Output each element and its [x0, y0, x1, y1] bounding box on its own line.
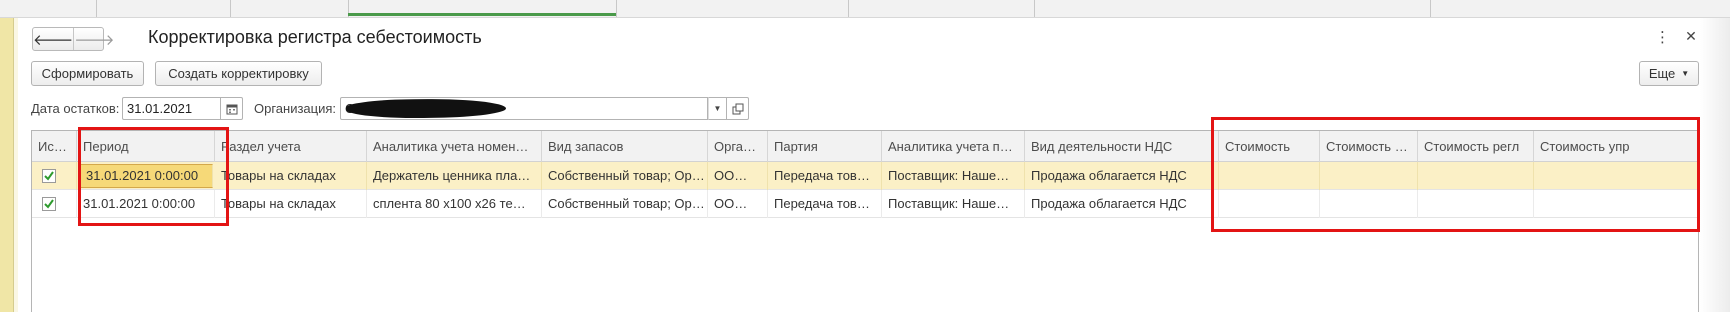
table-header: Ис… Период Раздел учета Аналитика учета … — [32, 131, 1698, 162]
period-cell[interactable]: 31.01.2021 0:00:00 — [79, 164, 213, 188]
tab-separator — [1430, 0, 1431, 17]
right-edge-shadow — [1700, 18, 1730, 312]
cost-regl-cell[interactable] — [1418, 162, 1534, 190]
column-header-organization[interactable]: Орга… — [708, 131, 768, 162]
batch-cell[interactable]: Передача тов… — [768, 190, 882, 218]
arrow-left-icon: 🡐 — [33, 31, 74, 49]
calendar-button[interactable] — [221, 97, 243, 120]
left-panel-bar — [0, 18, 14, 312]
cost-regl-cell[interactable] — [1418, 190, 1534, 218]
arrow-right-icon: 🡒 — [74, 31, 115, 49]
table-row[interactable]: 31.01.2021 0:00:00 Товары на складах спл… — [32, 190, 1698, 218]
batch-cell[interactable]: Передача тов… — [768, 162, 882, 190]
tab-separator — [848, 0, 849, 17]
organization-cell[interactable]: ОО… — [708, 162, 768, 190]
table-row[interactable]: 31.01.2021 0:00:00 Товары на складах Дер… — [32, 162, 1698, 190]
column-header-vat-activity[interactable]: Вид деятельности НДС — [1025, 131, 1219, 162]
cost-cell[interactable] — [1219, 162, 1320, 190]
more-menu-label: Еще — [1648, 66, 1676, 81]
create-correction-button[interactable]: Создать корректировку — [155, 61, 322, 86]
accounting-section-cell[interactable]: Товары на складах — [215, 190, 367, 218]
calendar-icon — [226, 104, 237, 114]
open-link-icon — [732, 103, 743, 114]
date-label: Дата остатков: — [31, 101, 120, 116]
item-analytics-cell[interactable]: сплента 80 x100 x26 те… — [367, 190, 542, 218]
column-header-stock-type[interactable]: Вид запасов — [542, 131, 708, 162]
column-header-analytics[interactable]: Аналитика учета п… — [882, 131, 1025, 162]
date-field[interactable] — [122, 97, 221, 120]
item-analytics-cell[interactable]: Держатель ценника пла… — [367, 162, 542, 190]
used-cell[interactable] — [32, 162, 77, 190]
column-header-used[interactable]: Ис… — [32, 131, 77, 162]
tab-separator — [230, 0, 231, 17]
column-header-cost[interactable]: Стоимость — [1219, 131, 1320, 162]
column-header-cost-2[interactable]: Стоимость … — [1320, 131, 1418, 162]
back-button[interactable]: 🡐 — [33, 28, 75, 50]
chevron-down-icon: ▼ — [713, 104, 722, 113]
column-header-accounting-section[interactable]: Раздел учета — [215, 131, 367, 162]
more-actions-icon[interactable]: ⋮ — [1655, 28, 1670, 46]
column-header-cost-upr[interactable]: Стоимость упр — [1534, 131, 1698, 162]
cost-upr-cell[interactable] — [1534, 162, 1698, 190]
cost-cell[interactable] — [1219, 190, 1320, 218]
navigation-buttons: 🡐 🡒 — [32, 27, 114, 51]
stock-type-cell[interactable]: Собственный товар; Ор… — [542, 162, 708, 190]
organization-open-button[interactable] — [727, 97, 749, 120]
checkbox[interactable] — [42, 169, 56, 183]
form-report-button[interactable]: Сформировать — [31, 61, 144, 86]
column-header-item-analytics[interactable]: Аналитика учета номен… — [367, 131, 542, 162]
analytics-cell[interactable]: Поставщик: Наше… — [882, 162, 1025, 190]
cost-register-table[interactable]: Ис… Период Раздел учета Аналитика учета … — [31, 130, 1699, 312]
column-header-period[interactable]: Период — [77, 131, 215, 162]
form-title: Корректировка регистра себестоимость — [148, 27, 482, 47]
vat-activity-cell[interactable]: Продажа облагается НДС — [1025, 162, 1219, 190]
close-icon[interactable]: ✕ — [1683, 28, 1699, 46]
checkbox[interactable] — [42, 197, 56, 211]
accounting-section-cell[interactable]: Товары на складах — [215, 162, 367, 190]
used-cell[interactable] — [32, 190, 77, 218]
tab-separator — [616, 0, 617, 17]
checkmark-icon — [44, 171, 54, 181]
active-tab-indicator — [348, 13, 616, 16]
cost-2-cell[interactable] — [1320, 190, 1418, 218]
chevron-down-icon: ▼ — [1681, 69, 1690, 78]
tab-separator — [1034, 0, 1035, 17]
tab-separator — [96, 0, 97, 17]
cost-2-cell[interactable] — [1320, 162, 1418, 190]
forward-button[interactable]: 🡒 — [74, 28, 114, 50]
period-cell[interactable]: 31.01.2021 0:00:00 — [77, 190, 215, 218]
organization-dropdown-button[interactable]: ▼ — [708, 97, 727, 120]
organization-label: Организация: — [254, 101, 337, 116]
column-header-cost-regl[interactable]: Стоимость регл — [1418, 131, 1534, 162]
analytics-cell[interactable]: Поставщик: Наше… — [882, 190, 1025, 218]
cost-upr-cell[interactable] — [1534, 190, 1698, 218]
checkmark-icon — [44, 199, 54, 209]
stock-type-cell[interactable]: Собственный товар; Ор… — [542, 190, 708, 218]
left-panel-edge — [14, 18, 18, 312]
column-header-batch[interactable]: Партия — [768, 131, 882, 162]
vat-activity-cell[interactable]: Продажа облагается НДС — [1025, 190, 1219, 218]
organization-cell[interactable]: ОО… — [708, 190, 768, 218]
more-menu-button[interactable]: Еще ▼ — [1639, 61, 1699, 86]
top-tab-strip — [0, 0, 1730, 18]
